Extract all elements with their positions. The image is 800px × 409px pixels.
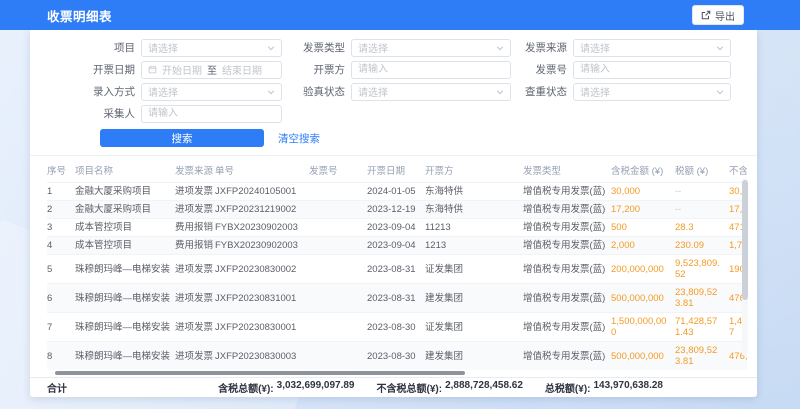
project-select[interactable]: 请选择	[141, 39, 282, 57]
export-button[interactable]: 导出	[692, 5, 744, 25]
invoice-table: 序号 项目名称 发票来源 单号 发票号 开票日期 开票方 发票类型 含税金额 (…	[47, 158, 747, 370]
chevron-down-icon	[267, 88, 275, 96]
invoice-source-select[interactable]: 请选择	[573, 39, 731, 57]
table-row: 1 金融大厦采购项目 进项发票 JXFP20240105001 2024-01-…	[47, 183, 747, 201]
entry-method-select[interactable]: 请选择	[141, 83, 282, 101]
vertical-scrollbar[interactable]	[742, 178, 748, 356]
export-icon	[701, 10, 711, 20]
filter-label-invoice-no: 发票号	[512, 62, 567, 77]
table-row: 7 珠穆朗玛峰—电梯安装 进项发票 JXFP20230830001 2023-0…	[47, 313, 747, 342]
table-row: 4 成本管控项目 费用报销 FYBX20230902003 2023-09-04…	[47, 237, 747, 255]
filter-label-issuer: 开票方	[290, 62, 345, 77]
col-tax: 税额 (¥)	[675, 158, 729, 183]
vertical-scrollbar-thumb[interactable]	[742, 180, 748, 300]
filter-label-verify-status: 验真状态	[290, 84, 345, 99]
col-source: 发票来源	[175, 158, 215, 183]
col-seq: 序号	[47, 158, 75, 183]
page-header: 收票明细表 导出	[0, 0, 800, 30]
tax-incl-total-value: 3,032,699,097.89	[277, 380, 355, 395]
filter-label-collector: 采集人	[65, 106, 135, 121]
filter-label-invoice-source: 发票来源	[512, 40, 567, 55]
filter-label-project: 项目	[65, 40, 135, 55]
horizontal-scrollbar-thumb[interactable]	[55, 371, 465, 375]
table-row: 2 金融大厦采购项目 进项发票 JXFP20231219002 2023-12-…	[47, 201, 747, 219]
col-order-no: 单号	[215, 158, 309, 183]
search-button[interactable]: 搜索	[100, 129, 264, 147]
issuer-input[interactable]	[351, 61, 511, 79]
table-row: 3 成本管控项目 费用报销 FYBX20230902003 2023-09-04…	[47, 219, 747, 237]
duplicate-status-select[interactable]: 请选择	[573, 83, 731, 101]
chevron-down-icon	[716, 88, 724, 96]
chevron-down-icon	[267, 44, 275, 52]
chevron-down-icon	[496, 44, 504, 52]
filter-panel: 项目 请选择 发票类型 请选择 发票来源 请选择	[30, 30, 757, 156]
app-card: 项目 请选择 发票类型 请选择 发票来源 请选择	[30, 30, 757, 397]
page-title: 收票明细表	[47, 6, 112, 25]
col-date: 开票日期	[367, 158, 425, 183]
summary-label: 合计	[47, 380, 67, 395]
chevron-down-icon	[716, 44, 724, 52]
col-amount-incl: 含税金额 (¥)	[611, 158, 675, 183]
filter-label-invoice-type: 发票类型	[290, 40, 345, 55]
filter-label-invoice-date: 开票日期	[65, 62, 135, 77]
col-project: 项目名称	[75, 158, 175, 183]
table-header-row: 序号 项目名称 发票来源 单号 发票号 开票日期 开票方 发票类型 含税金额 (…	[47, 158, 747, 183]
invoice-date-range-picker[interactable]: 开始日期 至 结束日期	[141, 61, 282, 79]
col-invoice-no: 发票号	[309, 158, 367, 183]
invoice-type-select[interactable]: 请选择	[351, 39, 511, 57]
summary-row: 合计 含税总额(¥): 3,032,699,097.89 不含税总额(¥): 2…	[30, 377, 757, 396]
tax-incl-total-label: 含税总额(¥):	[218, 380, 274, 395]
table-row: 5 珠穆朗玛峰—电梯安装 进项发票 JXFP20230830002 2023-0…	[47, 255, 747, 284]
desktop-background: 收票明细表 导出 项目 请选择 发票类型	[0, 0, 800, 409]
table-row: 8 珠穆朗玛峰—电梯安装 进项发票 JXFP20230830003 2023-0…	[47, 342, 747, 371]
horizontal-scrollbar[interactable]	[47, 371, 747, 375]
tax-total-value: 143,970,638.28	[593, 380, 663, 395]
verify-status-select[interactable]: 请选择	[351, 83, 511, 101]
table-row: 6 珠穆朗玛峰—电梯安装 进项发票 JXFP20230831001 2023-0…	[47, 284, 747, 313]
invoice-no-input[interactable]	[573, 61, 731, 79]
col-issuer: 开票方	[425, 158, 523, 183]
col-type: 发票类型	[523, 158, 611, 183]
filter-label-duplicate-status: 查重状态	[512, 84, 567, 99]
tax-excl-total-value: 2,888,728,458.62	[445, 380, 523, 395]
clear-search-link[interactable]: 清空搜索	[278, 131, 320, 146]
calendar-icon	[148, 65, 157, 74]
chevron-down-icon	[496, 88, 504, 96]
tax-excl-total-label: 不含税总额(¥):	[377, 380, 443, 395]
tax-total-label: 总税额(¥):	[545, 380, 591, 395]
filter-label-entry-method: 录入方式	[65, 84, 135, 99]
collector-input[interactable]	[141, 105, 282, 123]
